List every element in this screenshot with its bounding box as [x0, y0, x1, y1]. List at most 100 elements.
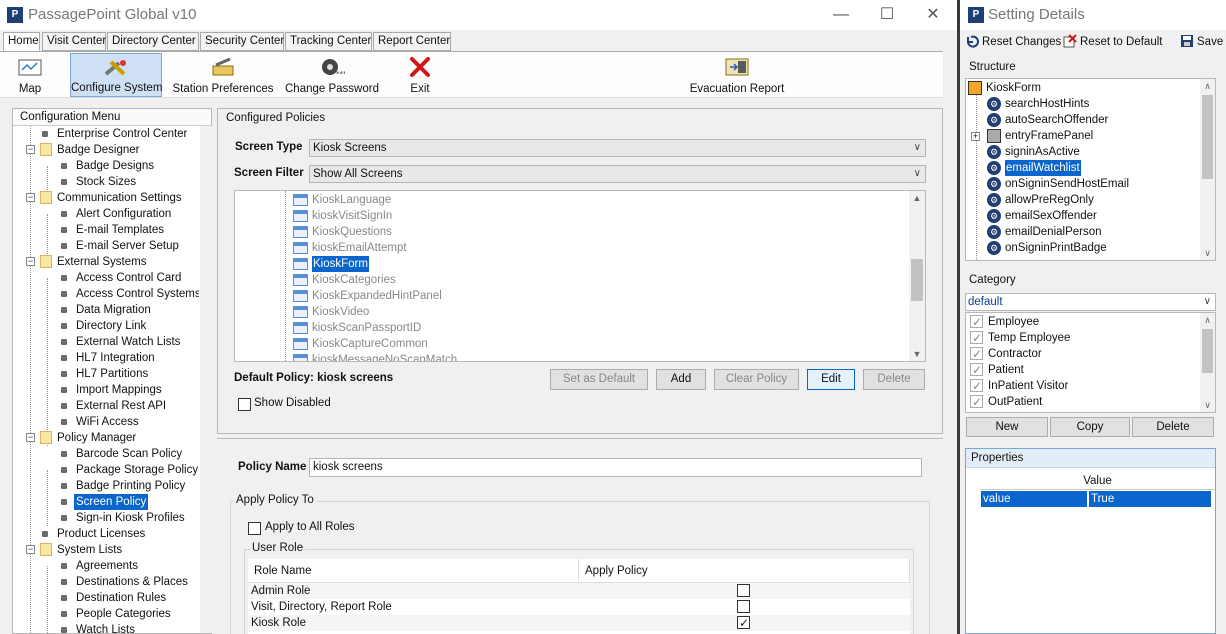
station-preferences-button[interactable]: Station Preferences: [170, 53, 276, 97]
main-window: P PassagePoint Global v10 — ☐ ✕ Home Vis…: [0, 0, 957, 634]
category-scrollbar[interactable]: ∧ ∨: [1200, 313, 1215, 412]
policy-name-label: Policy Name: [238, 461, 307, 473]
chevron-down-icon: ∨: [913, 142, 921, 153]
password-icon: ***: [322, 59, 345, 78]
map-icon: [18, 59, 42, 76]
table-row: Kiosk Role: [248, 615, 910, 631]
config-menu-scrollbar[interactable]: [200, 126, 212, 633]
property-name-cell[interactable]: value: [981, 491, 1087, 507]
scroll-up-icon: ∧: [1204, 315, 1211, 325]
configuration-menu-header: Configuration Menu: [13, 109, 211, 126]
column-header-apply-policy[interactable]: Apply Policy: [579, 559, 910, 583]
setting-gear-icon: ⚙: [987, 209, 1001, 223]
scroll-up-icon: ▲: [912, 193, 922, 203]
edit-button[interactable]: Edit: [807, 369, 855, 390]
show-disabled-checkbox[interactable]: [238, 398, 251, 411]
map-button[interactable]: Map: [6, 53, 54, 97]
scroll-thumb: [1202, 329, 1213, 373]
properties-header: Properties: [966, 449, 1215, 468]
window-icon: [293, 242, 308, 254]
property-value-cell[interactable]: True: [1089, 491, 1211, 507]
scroll-thumb: [1202, 95, 1213, 179]
tab-security-center[interactable]: Security Center: [200, 32, 284, 51]
evacuation-report-button[interactable]: Evacuation Report: [688, 53, 786, 97]
category-list: Employee Temp Employee Contractor Patien…: [965, 312, 1216, 413]
app-logo-icon: P: [7, 7, 23, 23]
reset-changes-button[interactable]: Reset Changes: [965, 34, 1061, 48]
table-row: Visit, Directory, Report Role: [248, 599, 910, 615]
reset-to-default-label: Reset to Default: [1080, 36, 1163, 48]
setting-gear-icon: ⚙: [987, 161, 1001, 175]
apply-all-roles-checkbox[interactable]: [248, 522, 261, 535]
map-label: Map: [18, 83, 42, 95]
tab-directory-center[interactable]: Directory Center: [107, 32, 199, 51]
delete-category-button[interactable]: Delete: [1132, 417, 1214, 437]
screen-type-label: Screen Type: [235, 141, 303, 153]
configure-system-button[interactable]: Configure System: [70, 53, 162, 97]
window-icon: [293, 322, 308, 334]
category-checkbox: [970, 394, 983, 410]
delete-policy-button[interactable]: Delete: [863, 369, 925, 390]
exit-button[interactable]: Exit: [400, 53, 440, 97]
chevron-down-icon: ∨: [1203, 296, 1211, 307]
close-button[interactable]: ✕: [910, 0, 956, 30]
window-title: PassagePoint Global v10: [28, 6, 197, 23]
set-as-default-button[interactable]: Set as Default: [550, 369, 648, 390]
folder-icon: [40, 255, 52, 268]
form-icon: [968, 81, 982, 95]
role-name: Kiosk Role: [251, 617, 306, 629]
undo-icon: [967, 35, 979, 48]
new-category-button[interactable]: New: [966, 417, 1048, 437]
category-checkbox: [970, 378, 983, 394]
settings-title-bar: P Setting Details: [960, 0, 1226, 30]
category-select[interactable]: default ∨: [965, 293, 1216, 311]
scroll-thumb: [911, 259, 923, 301]
configured-policies-title: Configured Policies: [226, 112, 326, 124]
setting-details-window: P Setting Details Reset Changes Reset to…: [957, 0, 1226, 634]
configuration-tree: Enterprise Control Center − Badge Designe…: [26, 126, 199, 633]
category-checkbox: [970, 330, 983, 346]
screen-list-scrollbar[interactable]: ▲ ▼: [909, 191, 925, 361]
maximize-button[interactable]: ☐: [864, 0, 910, 30]
add-button[interactable]: Add: [656, 369, 706, 390]
copy-category-button[interactable]: Copy: [1050, 417, 1130, 437]
change-password-button[interactable]: *** Change Password: [284, 53, 380, 97]
apply-policy-checkbox-admin[interactable]: [737, 584, 750, 597]
tab-home[interactable]: Home: [3, 32, 40, 51]
reset-to-default-button[interactable]: Reset to Default: [1063, 34, 1162, 48]
folder-icon: [40, 191, 52, 204]
screen-type-select[interactable]: Kiosk Screens ∨: [309, 139, 926, 157]
structure-label: Structure: [969, 61, 1016, 73]
user-role-label: User Role: [250, 542, 306, 554]
properties-value-header: Value: [980, 473, 1215, 490]
policy-name-input[interactable]: kiosk screens: [309, 458, 922, 477]
window-icon: [293, 274, 308, 286]
structure-tree: KioskForm ⚙ searchHostHints ⚙ autoSearchOf…: [965, 78, 1216, 261]
tab-report-center[interactable]: Report Center: [373, 32, 451, 51]
scroll-down-icon: ▼: [912, 349, 922, 359]
show-disabled-label: Show Disabled: [254, 397, 331, 409]
screen-type-value: Kiosk Screens: [313, 142, 387, 154]
tab-tracking-center[interactable]: Tracking Center: [285, 32, 372, 51]
scroll-up-icon: ∧: [1204, 81, 1211, 91]
setting-gear-icon: ⚙: [987, 145, 1001, 159]
evacuation-report-icon: [725, 58, 749, 76]
setting-gear-icon: ⚙: [987, 177, 1001, 191]
screen-filter-label: Screen Filter: [234, 167, 304, 179]
reset-changes-label: Reset Changes: [982, 36, 1062, 48]
station-preferences-label: Station Preferences: [172, 83, 274, 95]
exit-x-icon: [410, 57, 430, 77]
apply-policy-checkbox-visit[interactable]: [737, 600, 750, 613]
configure-system-label: Configure System: [71, 82, 163, 94]
window-icon: [293, 210, 308, 222]
structure-scrollbar[interactable]: ∧ ∨: [1200, 79, 1215, 260]
exit-label: Exit: [410, 83, 430, 95]
apply-policy-checkbox-kiosk[interactable]: [737, 615, 750, 631]
category-checkbox: [970, 314, 983, 330]
minimize-button[interactable]: —: [818, 0, 864, 30]
save-button[interactable]: Save: [1180, 34, 1223, 48]
clear-policy-button[interactable]: Clear Policy: [714, 369, 799, 390]
column-header-role-name[interactable]: Role Name: [248, 559, 579, 583]
tab-visit-center[interactable]: Visit Center: [42, 32, 106, 51]
screen-filter-select[interactable]: Show All Screens ∨: [309, 165, 926, 183]
